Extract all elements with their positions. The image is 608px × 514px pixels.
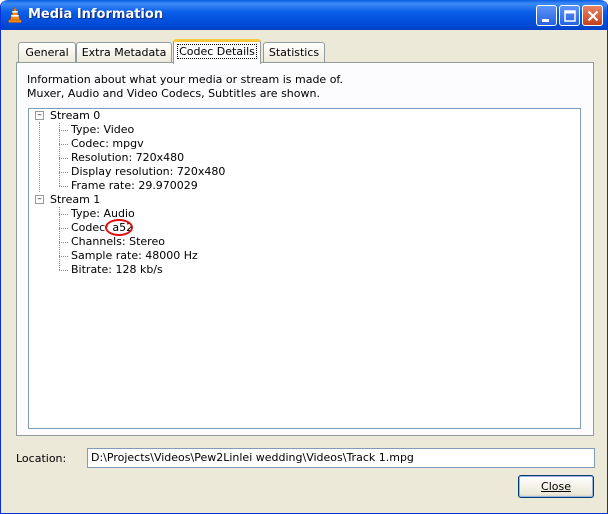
vlc-cone-icon	[8, 7, 22, 23]
tab-general[interactable]: General	[18, 42, 76, 63]
location-field[interactable]: D:\Projects\Videos\Pew2Linlei wedding\Vi…	[87, 448, 595, 468]
minimize-icon	[542, 19, 549, 22]
maximize-icon	[564, 10, 576, 22]
tree-leaf[interactable]: Sample rate: 48000 Hz	[71, 249, 198, 263]
close-icon	[587, 10, 599, 22]
tab-codec-details[interactable]: Codec Details	[173, 39, 261, 64]
media-information-window: Media Information General Extra Metadata…	[0, 0, 608, 514]
info-description: Information about what your media or str…	[27, 73, 343, 86]
stream-0-collapse-toggle[interactable]: –	[35, 111, 44, 120]
tree-leaf[interactable]: Resolution: 720x480	[71, 151, 184, 165]
tree-node-stream-1[interactable]: Stream 1	[50, 193, 100, 207]
tab-extra-metadata[interactable]: Extra Metadata	[76, 42, 172, 63]
tree-leaf[interactable]: Codec: mpgv	[71, 137, 144, 151]
location-label: Location:	[16, 452, 67, 465]
title-bar[interactable]: Media Information	[1, 0, 607, 30]
codec-details-panel: Information about what your media or str…	[16, 62, 594, 436]
minimize-button[interactable]	[536, 5, 557, 26]
info-subdescription: Muxer, Audio and Video Codecs, Subtitles…	[27, 87, 320, 100]
tree-leaf[interactable]: Type: Video	[71, 123, 134, 137]
close-window-button[interactable]	[582, 5, 603, 26]
tree-node-stream-0[interactable]: Stream 0	[50, 109, 100, 123]
maximize-button[interactable]	[559, 5, 580, 26]
tree-leaf[interactable]: Frame rate: 29.970029	[71, 179, 198, 193]
codec-tree[interactable]: – Stream 0 Type: Video Codec: mpgv Resol…	[28, 108, 581, 429]
tab-statistics[interactable]: Statistics	[263, 42, 325, 63]
tree-leaf[interactable]: Display resolution: 720x480	[71, 165, 225, 179]
stream-1-collapse-toggle[interactable]: –	[35, 195, 44, 204]
codec-highlight-circle	[105, 219, 133, 236]
window-title: Media Information	[28, 7, 164, 22]
tree-leaf[interactable]: Bitrate: 128 kb/s	[71, 263, 163, 277]
close-button[interactable]: Close	[518, 475, 594, 498]
tree-leaf[interactable]: Channels: Stereo	[71, 235, 165, 249]
